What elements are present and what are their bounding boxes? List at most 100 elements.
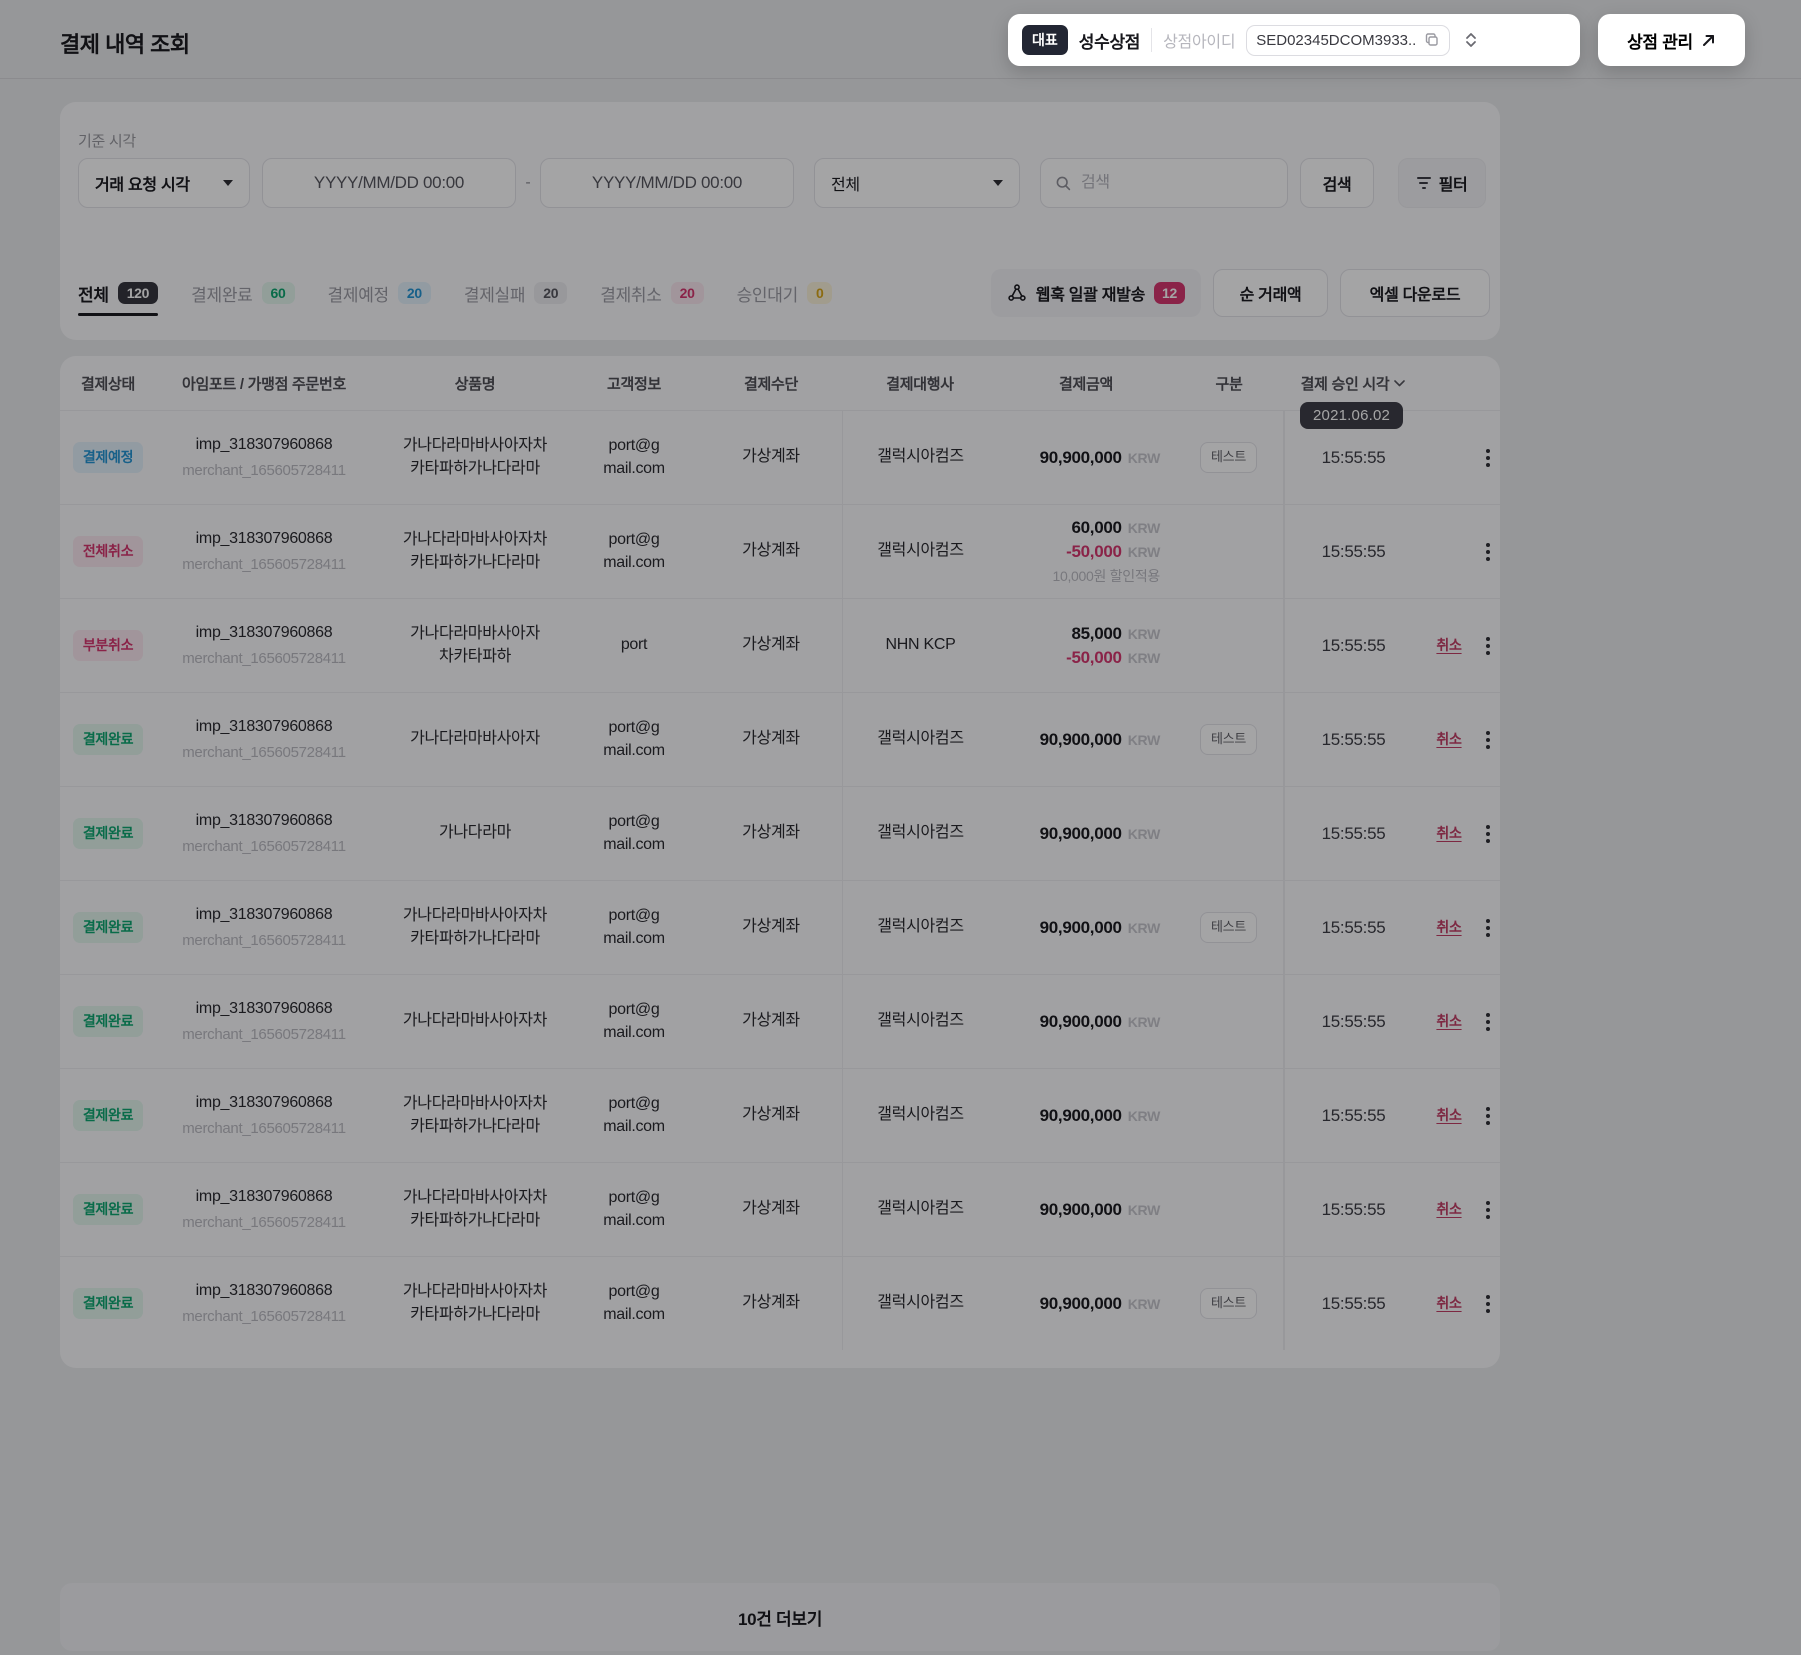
pg-provider: 갤럭시아컴즈	[842, 505, 998, 598]
pg-provider: 갤럭시아컴즈	[842, 975, 998, 1068]
table-row[interactable]: 결제완료 imp_318307960868 merchant_165605728…	[60, 1162, 1500, 1256]
kebab-menu-icon[interactable]	[1482, 1291, 1494, 1317]
imp-order-id: imp_318307960868	[196, 622, 333, 644]
status-badge: 부분취소	[73, 630, 143, 662]
status-badge: 결제완료	[73, 724, 143, 756]
search-input[interactable]	[1081, 174, 1273, 192]
merchant-id-chip[interactable]: SED02345DCOM3933..	[1246, 25, 1450, 56]
kebab-menu-icon[interactable]	[1482, 727, 1494, 753]
copy-icon[interactable]	[1424, 32, 1440, 48]
date-to-input[interactable]: YYYY/MM/DD 00:00	[540, 158, 794, 208]
cancel-link[interactable]: 취소	[1436, 636, 1461, 656]
manage-store-button[interactable]: 상점 관리	[1598, 14, 1745, 66]
product-name: 가나다라마바사아자차카타파하가나다라마	[382, 1281, 568, 1326]
approved-time: 15:55:55	[1284, 1257, 1422, 1350]
table-row[interactable]: 결제완료 imp_318307960868 merchant_165605728…	[60, 1256, 1500, 1350]
tab-count-badge: 60	[262, 282, 295, 304]
pg-provider: 갤럭시아컴즈	[842, 411, 998, 504]
pg-provider: 갤럭시아컴즈	[842, 1257, 998, 1350]
filter-row: 거래 요청 시각 YYYY/MM/DD 00:00 - YYYY/MM/DD 0…	[78, 158, 1486, 208]
amount-cell: 90,900,000KRW	[998, 822, 1174, 846]
tab-count-badge: 120	[118, 282, 158, 304]
imp-order-id: imp_318307960868	[196, 528, 333, 550]
merchant-selector[interactable]: 대표 성수상점 상점아이디 SED02345DCOM3933..	[1008, 14, 1580, 66]
filter-panel: 기준 시각 거래 요청 시각 YYYY/MM/DD 00:00 - YYYY/M…	[60, 102, 1500, 340]
webhook-resend-button[interactable]: 웹훅 일괄 재발송 12	[991, 269, 1201, 317]
approved-time: 15:55:55	[1284, 975, 1422, 1068]
amount-cell: 90,900,000KRW	[998, 1292, 1174, 1316]
cancel-link[interactable]: 취소	[1436, 824, 1461, 844]
payment-method: 가상계좌	[700, 634, 842, 656]
payment-method: 가상계좌	[700, 1104, 842, 1126]
table-row[interactable]: 결제완료 imp_318307960868 merchant_165605728…	[60, 692, 1500, 786]
status-badge: 결제완료	[73, 912, 143, 944]
chevron-updown-icon[interactable]	[1463, 31, 1479, 49]
table-row[interactable]: 결제완료 imp_318307960868 merchant_165605728…	[60, 880, 1500, 974]
cancel-link[interactable]: 취소	[1436, 1294, 1461, 1314]
status-badge: 결제완료	[73, 818, 143, 850]
customer-info: port@gmail.com	[568, 1093, 700, 1138]
net-amount-button[interactable]: 순 거래액	[1213, 269, 1328, 317]
product-name: 가나다라마바사아자차카타파하가나다라마	[382, 1093, 568, 1138]
kebab-menu-icon[interactable]	[1482, 1103, 1494, 1129]
merchant-order-id: merchant_165605728411	[182, 1118, 346, 1139]
cancel-link[interactable]: 취소	[1436, 918, 1461, 938]
col-customer: 고객정보	[568, 373, 700, 394]
kebab-menu-icon[interactable]	[1482, 1197, 1494, 1223]
customer-info: port@gmail.com	[568, 435, 700, 480]
search-button[interactable]: 검색	[1300, 158, 1374, 208]
arrow-up-right-icon	[1701, 33, 1716, 48]
table-row[interactable]: 결제완료 imp_318307960868 merchant_165605728…	[60, 1068, 1500, 1162]
approved-time: 15:55:55	[1284, 1069, 1422, 1162]
customer-info: port@gmail.com	[568, 811, 700, 856]
kebab-menu-icon[interactable]	[1482, 633, 1494, 659]
tab-5[interactable]: 승인대기0	[737, 266, 833, 320]
table-row[interactable]: 결제완료 imp_318307960868 merchant_165605728…	[60, 786, 1500, 880]
payment-method: 가상계좌	[700, 1292, 842, 1314]
search-field[interactable]	[1040, 158, 1288, 208]
customer-info: port@gmail.com	[568, 905, 700, 950]
table-row[interactable]: 전체취소 imp_318307960868 merchant_165605728…	[60, 504, 1500, 598]
cancel-link[interactable]: 취소	[1436, 730, 1461, 750]
search-icon	[1055, 175, 1072, 192]
criteria-label: 기준 시각	[78, 130, 136, 151]
status-badge: 결제완료	[73, 1194, 143, 1226]
table-row[interactable]: 부분취소 imp_318307960868 merchant_165605728…	[60, 598, 1500, 692]
date-from-input[interactable]: YYYY/MM/DD 00:00	[262, 158, 516, 208]
tab-count-badge: 20	[534, 282, 567, 304]
kebab-menu-icon[interactable]	[1482, 821, 1494, 847]
merchant-order-id: merchant_165605728411	[182, 836, 346, 857]
approved-time: 15:55:55	[1284, 599, 1422, 692]
merchant-order-id: merchant_165605728411	[182, 1212, 346, 1233]
filter-button[interactable]: 필터	[1398, 158, 1486, 208]
merchant-id-value: SED02345DCOM3933..	[1256, 32, 1416, 49]
tab-4[interactable]: 결제취소20	[600, 266, 703, 320]
cancel-link[interactable]: 취소	[1436, 1012, 1461, 1032]
customer-info: port@gmail.com	[568, 717, 700, 762]
tab-0[interactable]: 전체120	[78, 266, 158, 320]
merchant-order-id: merchant_165605728411	[182, 460, 346, 481]
customer-info: port@gmail.com	[568, 999, 700, 1044]
col-approved-at[interactable]: 결제 승인 시각	[1284, 373, 1422, 394]
tab-count-badge: 20	[671, 282, 704, 304]
status-badge: 결제완료	[73, 1288, 143, 1320]
time-type-select[interactable]: 거래 요청 시각	[78, 158, 250, 208]
kebab-menu-icon[interactable]	[1482, 1009, 1494, 1035]
load-more-button[interactable]: 10건 더보기	[60, 1583, 1500, 1651]
kebab-menu-icon[interactable]	[1482, 539, 1494, 565]
imp-order-id: imp_318307960868	[196, 1092, 333, 1114]
pg-provider: 갤럭시아컴즈	[842, 787, 998, 880]
cancel-link[interactable]: 취소	[1436, 1200, 1461, 1220]
merchant-order-id: merchant_165605728411	[182, 742, 346, 763]
tab-2[interactable]: 결제예정20	[328, 266, 431, 320]
tab-1[interactable]: 결제완료60	[191, 266, 294, 320]
excel-download-button[interactable]: 엑셀 다운로드	[1340, 269, 1490, 317]
table-row[interactable]: 결제완료 imp_318307960868 merchant_165605728…	[60, 974, 1500, 1068]
cancel-link[interactable]: 취소	[1436, 1106, 1461, 1126]
table-row[interactable]: 결제예정 imp_318307960868 merchant_165605728…	[60, 410, 1500, 504]
kebab-menu-icon[interactable]	[1482, 915, 1494, 941]
category-select[interactable]: 전체	[814, 158, 1020, 208]
merchant-order-id: merchant_165605728411	[182, 648, 346, 669]
kebab-menu-icon[interactable]	[1482, 445, 1494, 471]
tab-3[interactable]: 결제실패20	[464, 266, 567, 320]
